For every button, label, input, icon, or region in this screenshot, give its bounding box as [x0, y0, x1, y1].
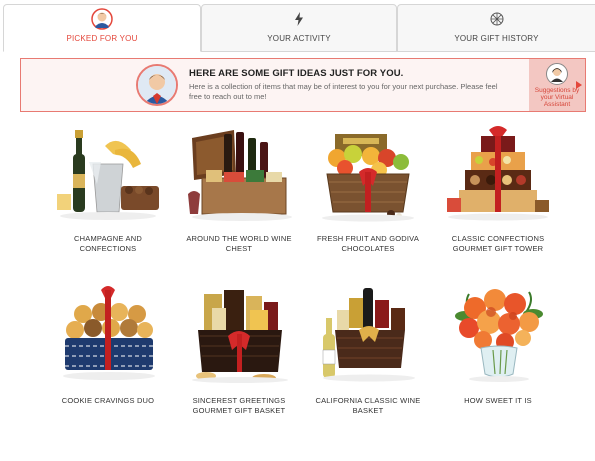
product-card[interactable]: COOKIE CRAVINGS DUO — [46, 286, 170, 406]
product-image[interactable] — [53, 124, 163, 224]
product-name[interactable]: SINCEREST GREETINGS GOURMET GIFT BASKET — [177, 396, 301, 415]
product-card[interactable]: CHAMPAGNE AND CONFECTIONS — [46, 124, 170, 253]
tab-your-activity[interactable]: YOUR ACTIVITY — [201, 4, 397, 52]
product-card[interactable]: HOW SWEET IT IS — [436, 286, 560, 406]
product-image[interactable] — [313, 124, 423, 224]
product-card[interactable]: CALIFORNIA CLASSIC WINE BASKET — [306, 286, 430, 415]
assistant-label: Suggestions by your Virtual Assistant — [534, 87, 580, 108]
banner-text: Here is a collection of items that may b… — [189, 82, 498, 101]
product-name[interactable]: CLASSIC CONFECTIONS GOURMET GIFT TOWER — [436, 234, 560, 253]
product-image[interactable] — [443, 286, 553, 386]
tab-divider — [201, 51, 595, 52]
banner-title: HERE ARE SOME GIFT IDEAS JUST FOR YOU. — [189, 68, 404, 79]
product-card[interactable]: AROUND THE WORLD WINE CHEST — [177, 124, 301, 253]
product-image[interactable] — [184, 124, 294, 224]
product-name[interactable]: COOKIE CRAVINGS DUO — [46, 396, 170, 406]
product-image[interactable] — [443, 124, 553, 224]
tab-label: YOUR ACTIVITY — [267, 34, 331, 43]
gift-icon — [490, 7, 504, 31]
product-image[interactable] — [184, 286, 294, 386]
assistant-icon — [546, 63, 568, 85]
product-name[interactable]: HOW SWEET IT IS — [436, 396, 560, 406]
product-card[interactable]: FRESH FRUIT AND GODIVA CHOCOLATES — [306, 124, 430, 253]
lightning-icon — [294, 7, 304, 31]
gift-ideas-banner: HERE ARE SOME GIFT IDEAS JUST FOR YOU. H… — [20, 58, 586, 112]
tab-bar: PICKED FOR YOU YOUR ACTIVITY YOUR GIFT H… — [3, 4, 595, 52]
product-name[interactable]: AROUND THE WORLD WINE CHEST — [177, 234, 301, 253]
avatar-icon — [91, 7, 113, 31]
product-card[interactable]: CLASSIC CONFECTIONS GOURMET GIFT TOWER — [436, 124, 560, 253]
arrow-right-icon[interactable] — [576, 81, 582, 89]
tab-label: PICKED FOR YOU — [66, 34, 138, 43]
virtual-assistant-button[interactable]: Suggestions by your Virtual Assistant — [529, 59, 585, 111]
product-image[interactable] — [313, 286, 423, 386]
tab-your-gift-history[interactable]: YOUR GIFT HISTORY — [397, 4, 595, 52]
tab-picked-for-you[interactable]: PICKED FOR YOU — [3, 4, 201, 52]
product-name[interactable]: CHAMPAGNE AND CONFECTIONS — [46, 234, 170, 253]
product-image[interactable] — [53, 286, 163, 386]
product-name[interactable]: FRESH FRUIT AND GODIVA CHOCOLATES — [306, 234, 430, 253]
product-name[interactable]: CALIFORNIA CLASSIC WINE BASKET — [306, 396, 430, 415]
assistant-avatar — [136, 64, 178, 106]
tab-label: YOUR GIFT HISTORY — [454, 34, 539, 43]
product-card[interactable]: SINCEREST GREETINGS GOURMET GIFT BASKET — [177, 286, 301, 415]
